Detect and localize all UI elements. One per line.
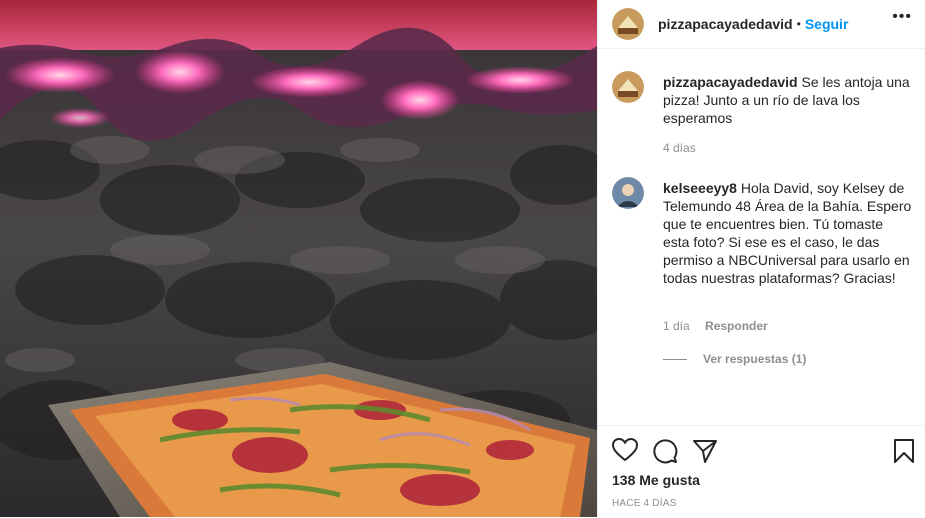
comment-meta: 1 día Responder	[663, 319, 768, 333]
avatar[interactable]	[612, 8, 644, 40]
comment-text: kelseeeyy8 Hola David, soy Kelsey de Tel…	[663, 179, 913, 287]
bookmark-icon[interactable]	[892, 438, 916, 469]
post-timestamp: HACE 4 DÍAS	[612, 498, 677, 509]
post-header: pizzapacayadedavid • Seguir •••	[598, 0, 925, 49]
caption-username[interactable]: pizzapacayadedavid	[663, 74, 798, 90]
post-image[interactable]	[0, 0, 597, 517]
post-actions: 138 Me gusta HACE 4 DÍAS	[598, 425, 925, 518]
reply-button[interactable]: Responder	[705, 319, 768, 333]
comment-time[interactable]: 1 día	[663, 319, 690, 333]
more-options-icon[interactable]: •••	[892, 8, 912, 26]
caption-text: pizzapacayadedavid Se les antoja una piz…	[663, 73, 913, 127]
caption-time[interactable]: 4 días	[663, 141, 696, 155]
follow-button[interactable]: Seguir	[805, 16, 849, 32]
view-replies-button[interactable]: Ver respuestas (1)	[663, 352, 806, 366]
separator-dot: •	[796, 17, 801, 31]
comment-username[interactable]: kelseeeyy8	[663, 180, 737, 196]
post-panel: pizzapacayadedavid • Seguir ••• pizzapac…	[597, 0, 925, 517]
avatar[interactable]	[612, 177, 644, 209]
view-replies-label: Ver respuestas (1)	[703, 352, 807, 366]
comment-icon[interactable]	[652, 438, 678, 469]
comments-list[interactable]: pizzapacayadedavid Se les antoja una piz…	[598, 49, 925, 425]
likes-count[interactable]: 138 Me gusta	[612, 472, 700, 488]
heart-icon[interactable]	[611, 437, 639, 467]
post-username[interactable]: pizzapacayadedavid	[658, 16, 793, 32]
avatar[interactable]	[612, 71, 644, 103]
divider-line	[663, 358, 687, 360]
share-icon[interactable]	[692, 438, 718, 469]
